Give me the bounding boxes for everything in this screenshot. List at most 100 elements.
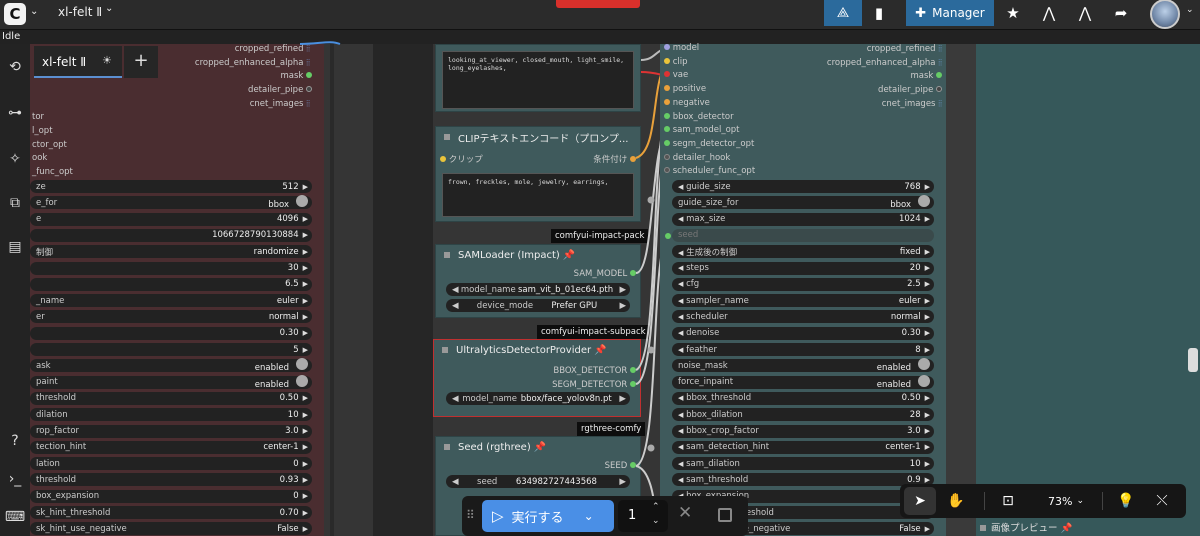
- right-widget[interactable]: ◀ 生成後の制御 fixed ▶: [672, 245, 934, 259]
- right-widget[interactable]: ◀ bbox_dilation 28 ▶: [672, 408, 934, 422]
- left-arrow-icon[interactable]: ◀: [678, 476, 683, 484]
- slot-marker: ⦙⦙: [938, 44, 942, 54]
- right-widget[interactable]: guide_size_for bbox: [672, 195, 934, 210]
- zoom-dropdown[interactable]: 73% ⌄: [1036, 484, 1096, 518]
- left-arrow-icon[interactable]: ◀: [678, 280, 683, 288]
- select-mode-button[interactable]: ➤: [904, 487, 936, 515]
- preview-title[interactable]: 画像プレビュー 📌: [980, 520, 1072, 534]
- run-options-chevron-icon[interactable]: ⌄: [584, 509, 594, 523]
- right-arrow-icon[interactable]: ▶: [925, 427, 930, 435]
- left-arrow-icon[interactable]: ◀: [678, 264, 683, 272]
- right-output-slot[interactable]: cropped_enhanced_alpha ⦙⦙: [790, 58, 942, 68]
- right-arrow-icon[interactable]: ▶: [925, 215, 930, 223]
- right-input-slot[interactable]: detailer_hook: [664, 153, 730, 163]
- pan-mode-button[interactable]: ✋: [940, 484, 972, 518]
- right-widget[interactable]: ◀ guide_size 768 ▶: [672, 180, 934, 193]
- right-widget[interactable]: seed: [672, 228, 934, 242]
- right-widget[interactable]: ◀ denoise 0.30 ▶: [672, 326, 934, 340]
- left-arrow-icon[interactable]: ◀: [678, 249, 683, 257]
- right-output-slot[interactable]: mask: [790, 71, 942, 81]
- widget-label: seed: [678, 230, 699, 241]
- right-input-slot[interactable]: scheduler_func_opt: [664, 166, 755, 176]
- left-arrow-icon[interactable]: ◀: [678, 394, 683, 402]
- right-widget[interactable]: ◀ sampler_name euler ▶: [672, 294, 934, 308]
- widget-label: guide_size: [686, 181, 731, 192]
- play-icon: ▷: [492, 507, 504, 525]
- right-arrow-icon[interactable]: ▶: [925, 280, 930, 288]
- right-widget[interactable]: ◀ sam_dilation 10 ▶: [672, 457, 934, 471]
- input-label: vae: [672, 70, 689, 81]
- right-arrow-icon[interactable]: ▶: [925, 313, 930, 321]
- slot-dot: [664, 167, 670, 174]
- toggle-icon[interactable]: [918, 195, 930, 208]
- right-widget[interactable]: ◀ sam_threshold 0.9 ▶: [672, 473, 934, 487]
- right-arrow-icon[interactable]: ▶: [925, 394, 930, 402]
- slot-dot: [664, 85, 670, 92]
- right-widget[interactable]: force_inpaint enabled: [672, 374, 934, 390]
- right-output-slot[interactable]: cropped_refined ⦙⦙: [790, 44, 942, 54]
- right-input-slot[interactable]: segm_detector_opt: [664, 139, 754, 149]
- widget-label: sam_dilation: [686, 458, 740, 469]
- right-output-slot[interactable]: detailer_pipe: [790, 85, 942, 95]
- right-arrow-icon[interactable]: ▶: [925, 183, 930, 191]
- right-arrow-icon[interactable]: ▶: [925, 248, 930, 256]
- right-arrow-icon[interactable]: ▶: [925, 346, 930, 354]
- side-collapse-handle[interactable]: [1188, 348, 1198, 372]
- canvas-controls: ➤ ✋ ⊡ 73% ⌄ 💡 ⤬: [900, 484, 1186, 518]
- cancel-icon[interactable]: ✕: [678, 503, 692, 523]
- right-arrow-icon[interactable]: ▶: [925, 329, 930, 337]
- right-arrow-icon[interactable]: ▶: [925, 476, 930, 484]
- left-arrow-icon[interactable]: ◀: [678, 297, 683, 305]
- left-arrow-icon[interactable]: ◀: [678, 346, 683, 354]
- output-label: cropped_refined: [866, 44, 936, 54]
- seed-input-dot[interactable]: [665, 233, 671, 239]
- right-input-slot[interactable]: clip: [664, 57, 688, 67]
- stop-icon[interactable]: [718, 508, 732, 522]
- toggle-links-button[interactable]: ⤬: [1146, 484, 1178, 518]
- right-input-slot[interactable]: sam_model_opt: [664, 125, 740, 135]
- widget-value: center-1: [885, 442, 921, 453]
- left-arrow-icon[interactable]: ◀: [678, 443, 683, 451]
- right-arrow-icon[interactable]: ▶: [925, 443, 930, 451]
- batch-count-stepper[interactable]: 1 ⌃ ⌄: [618, 500, 668, 532]
- right-widget[interactable]: noise_mask enabled: [672, 358, 934, 373]
- run-button[interactable]: ▷ 実行する ⌄: [482, 500, 614, 532]
- left-arrow-icon[interactable]: ◀: [678, 411, 683, 419]
- right-widget[interactable]: ◀ cfg 2.5 ▶: [672, 277, 934, 291]
- right-input-slot[interactable]: model: [664, 43, 699, 53]
- left-arrow-icon[interactable]: ◀: [678, 313, 683, 321]
- toggle-icon[interactable]: [918, 374, 930, 387]
- right-output-slot[interactable]: cnet_images ⦙⦙: [790, 99, 942, 109]
- left-arrow-icon[interactable]: ◀: [678, 215, 683, 223]
- right-widget[interactable]: ◀ steps 20 ▶: [672, 261, 934, 275]
- left-arrow-icon[interactable]: ◀: [678, 329, 683, 337]
- image-preview-node[interactable]: [976, 44, 1200, 536]
- slot-marker: ⦙⦙: [938, 57, 942, 68]
- right-input-slot[interactable]: vae: [664, 70, 688, 80]
- increment-icon[interactable]: ⌃: [652, 502, 660, 512]
- right-arrow-icon[interactable]: ▶: [925, 264, 930, 272]
- left-arrow-icon[interactable]: ◀: [678, 427, 683, 435]
- right-widget[interactable]: ◀ feather 8 ▶: [672, 343, 934, 356]
- right-widget[interactable]: ◀ bbox_threshold 0.50 ▶: [672, 391, 934, 405]
- right-arrow-icon[interactable]: ▶: [925, 525, 930, 533]
- left-arrow-icon[interactable]: ◀: [678, 460, 683, 468]
- right-input-slot[interactable]: positive: [664, 84, 706, 94]
- right-input-slot[interactable]: bbox_detector: [664, 112, 734, 122]
- input-label: bbox_detector: [672, 111, 734, 122]
- right-widget[interactable]: ◀ sam_detection_hint center-1 ▶: [672, 440, 934, 454]
- right-input-slot[interactable]: negative: [664, 98, 710, 108]
- right-widget[interactable]: ◀ scheduler normal ▶: [672, 310, 934, 324]
- right-widget[interactable]: ◀ max_size 1024 ▶: [672, 212, 934, 226]
- minimap-button[interactable]: 💡: [1110, 484, 1142, 518]
- drag-handle-icon[interactable]: ⠿: [466, 508, 475, 522]
- right-arrow-icon[interactable]: ▶: [925, 460, 930, 468]
- toggle-icon[interactable]: [918, 358, 930, 371]
- right-arrow-icon[interactable]: ▶: [925, 297, 930, 305]
- fit-view-button[interactable]: ⊡: [992, 484, 1024, 518]
- left-arrow-icon[interactable]: ◀: [678, 183, 683, 191]
- decrement-icon[interactable]: ⌄: [652, 516, 660, 526]
- slot-dot: [664, 139, 670, 146]
- right-arrow-icon[interactable]: ▶: [925, 411, 930, 419]
- right-widget[interactable]: ◀ bbox_crop_factor 3.0 ▶: [672, 424, 934, 438]
